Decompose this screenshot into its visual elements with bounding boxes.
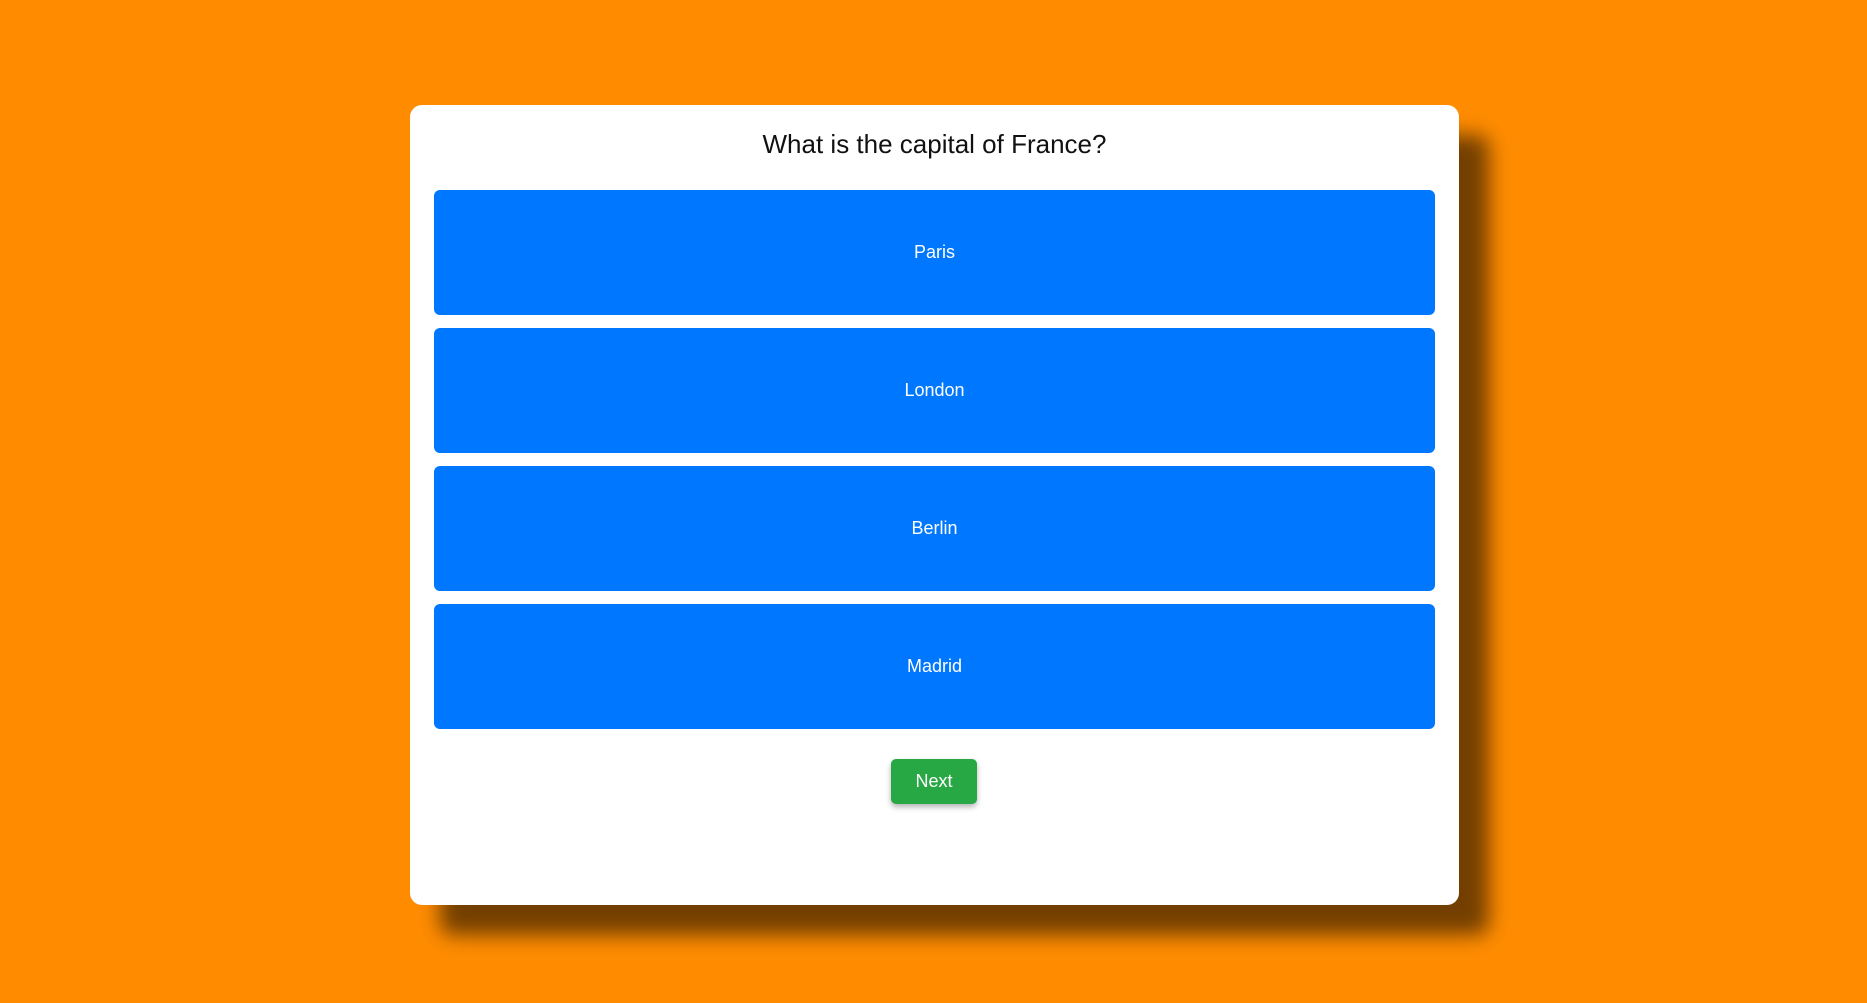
next-button[interactable]: Next — [891, 759, 977, 804]
answer-option-berlin[interactable]: Berlin — [434, 466, 1435, 591]
answer-option-madrid[interactable]: Madrid — [434, 604, 1435, 729]
answer-option-london[interactable]: London — [434, 328, 1435, 453]
quiz-card: What is the capital of France? Paris Lon… — [410, 105, 1459, 905]
answer-options: Paris London Berlin Madrid — [434, 190, 1435, 742]
question-title: What is the capital of France? — [762, 129, 1107, 159]
answer-option-paris[interactable]: Paris — [434, 190, 1435, 315]
